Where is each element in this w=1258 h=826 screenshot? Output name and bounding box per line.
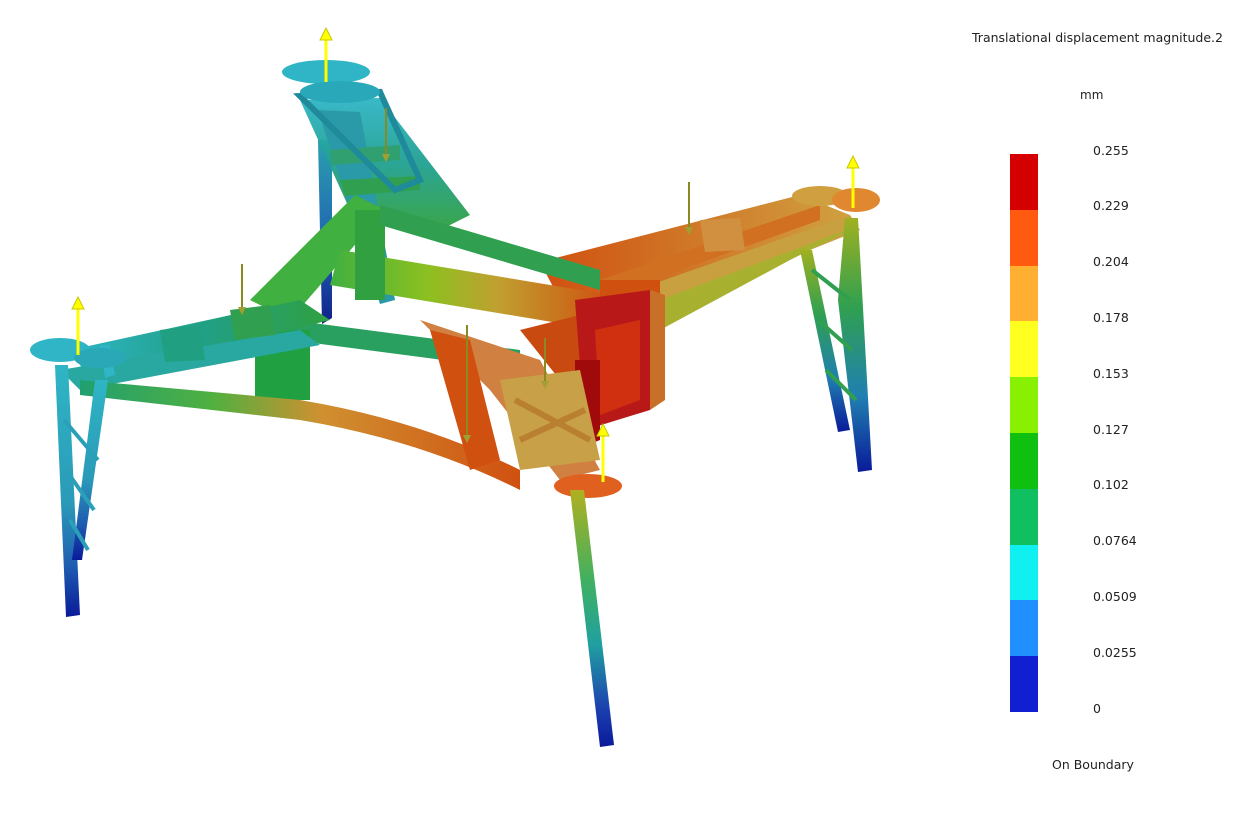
- legend-swatch: [1010, 209, 1038, 266]
- legend-swatch: [1010, 656, 1038, 712]
- legend-tick: 0.255: [1093, 143, 1129, 158]
- legend-tick: 0.153: [1093, 366, 1129, 381]
- legend-color-bar: [1010, 154, 1038, 712]
- legend-swatch: [1010, 154, 1038, 210]
- leg-left: [55, 365, 108, 617]
- leg-front: [570, 490, 614, 747]
- legend-swatch: [1010, 265, 1038, 322]
- legend-swatch: [1010, 432, 1038, 489]
- legend-footer: On Boundary: [1052, 757, 1134, 772]
- legend-swatch: [1010, 321, 1038, 378]
- load-arrow-down-icon: [238, 264, 246, 315]
- load-arrow-down-icon: [685, 182, 693, 235]
- load-arrow-up-icon: [596, 422, 610, 482]
- legend-tick: 0.127: [1093, 422, 1129, 437]
- mount-pad-front: [554, 474, 622, 498]
- leg-right: [800, 218, 872, 472]
- legend-unit: mm: [1080, 88, 1104, 102]
- legend-title: Translational displacement magnitude.2: [972, 30, 1223, 45]
- legend-swatch: [1010, 488, 1038, 545]
- legend-tick: 0.0255: [1093, 645, 1137, 660]
- legend-tick: 0.0509: [1093, 589, 1137, 604]
- legend-swatch: [1010, 544, 1038, 601]
- legend-tick: 0.178: [1093, 310, 1129, 325]
- legend-tick: 0.229: [1093, 198, 1129, 213]
- legend-tick: 0.102: [1093, 477, 1129, 492]
- legend-swatch: [1010, 377, 1038, 433]
- legend-swatch: [1010, 600, 1038, 657]
- model-viewport[interactable]: [0, 0, 960, 826]
- legend-tick: 0.0764: [1093, 533, 1137, 548]
- legend-tick: 0.204: [1093, 254, 1129, 269]
- legend-tick: 0: [1093, 701, 1101, 716]
